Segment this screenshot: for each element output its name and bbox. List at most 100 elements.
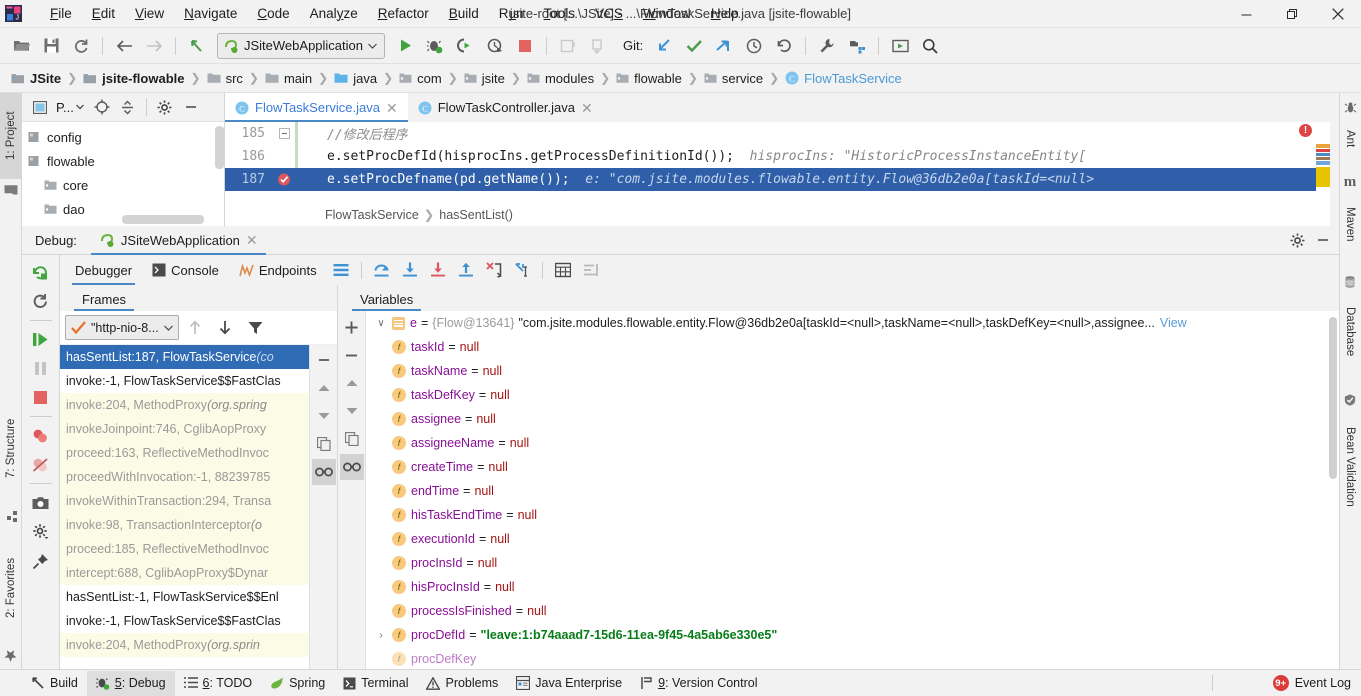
settings-icon[interactable]: [26, 518, 56, 545]
debug-session-tab[interactable]: JSiteWebApplication ✕: [90, 226, 266, 255]
menu-navigate[interactable]: Navigate: [174, 2, 247, 26]
status-item-todo[interactable]: 6: TODO: [175, 671, 262, 696]
breadcrumb-item-jsite-pkg[interactable]: jsite: [461, 71, 508, 86]
settings-wrench-icon[interactable]: [812, 32, 842, 60]
menu-window[interactable]: Window: [633, 2, 701, 26]
step-out-icon[interactable]: [453, 257, 479, 283]
status-item-problems[interactable]: Problems: [417, 671, 507, 696]
copy-icon[interactable]: [312, 431, 336, 457]
git-update-icon[interactable]: [649, 32, 679, 60]
code-fold-icon[interactable]: [273, 128, 295, 139]
tab-debugger[interactable]: Debugger: [66, 255, 141, 285]
frame-row[interactable]: proceed:163, ReflectiveMethodInvoc: [60, 441, 337, 465]
frame-row[interactable]: invoke:204, MethodProxy (org.spring: [60, 393, 337, 417]
close-button[interactable]: [1315, 0, 1361, 28]
caret-marker[interactable]: [1316, 167, 1330, 187]
remove-icon[interactable]: [340, 342, 364, 368]
status-item-java-enterprise[interactable]: Java Enterprise: [507, 671, 631, 696]
evaluate-expression-icon[interactable]: [550, 257, 576, 283]
frame-row[interactable]: proceedWithInvocation:-1, 88239785: [60, 465, 337, 489]
git-history-icon[interactable]: [739, 32, 769, 60]
frame-row[interactable]: invokeWithinTransaction:294, Transa: [60, 489, 337, 513]
info-marker[interactable]: [1316, 153, 1330, 156]
variables-list[interactable]: ∨ e = {Flow@13641} "com.jsite.modules.fl…: [366, 311, 1339, 671]
project-horizontal-scrollbar[interactable]: [122, 215, 204, 224]
variable-row[interactable]: f processIsFinished = null: [366, 599, 1339, 623]
force-step-into-icon[interactable]: [425, 257, 451, 283]
variable-row[interactable]: f taskName = null: [366, 359, 1339, 383]
project-structure-icon[interactable]: [842, 32, 872, 60]
breadcrumb-item-service[interactable]: service: [701, 71, 766, 86]
variable-row[interactable]: f assignee = null: [366, 407, 1339, 431]
tree-item-config[interactable]: config: [22, 125, 224, 149]
variable-row[interactable]: f createTime = null: [366, 455, 1339, 479]
code-editor[interactable]: 185 //修改后程序 186 e.setProcDefId(hisprocIn…: [225, 122, 1330, 226]
tab-console[interactable]: Console: [143, 255, 228, 285]
breadcrumb-item-java[interactable]: java: [331, 71, 380, 86]
variable-row[interactable]: f taskDefKey = null: [366, 383, 1339, 407]
status-item-build[interactable]: Build: [22, 671, 87, 696]
camera-icon[interactable]: [26, 489, 56, 516]
menu-file[interactable]: File: [40, 2, 82, 26]
close-icon[interactable]: ✕: [246, 233, 258, 247]
tree-item-core[interactable]: core: [22, 173, 224, 197]
variables-scrollbar[interactable]: [1329, 317, 1337, 479]
frame-row[interactable]: invoke:98, TransactionInterceptor (o: [60, 513, 337, 537]
jump-to-source-icon[interactable]: [182, 32, 212, 60]
restart-icon[interactable]: [26, 288, 56, 315]
search-everywhere-icon[interactable]: [915, 32, 945, 60]
right-tool-database[interactable]: Database: [1339, 293, 1361, 371]
editor-breadcrumb-class[interactable]: FlowTaskService: [325, 208, 419, 222]
code-line-187[interactable]: 187 e.setProcDefname(pd.getName()); e: "…: [225, 168, 1330, 191]
up-arrow-icon[interactable]: [340, 370, 364, 396]
code-line-185[interactable]: 185 //修改后程序: [225, 122, 1330, 145]
view-breakpoints-icon[interactable]: [26, 422, 56, 449]
expand-twisty-icon[interactable]: ›: [370, 630, 392, 641]
back-arrow-icon[interactable]: [109, 32, 139, 60]
variable-row[interactable]: f endTime = null: [366, 479, 1339, 503]
variable-row[interactable]: f executionId = null: [366, 527, 1339, 551]
step-over-icon[interactable]: [369, 257, 395, 283]
expand-twisty-icon[interactable]: ∨: [370, 318, 392, 329]
menu-build[interactable]: Build: [439, 2, 489, 26]
editor-marker-strip[interactable]: !: [1299, 122, 1330, 203]
status-item-terminal[interactable]: Terminal: [334, 671, 417, 696]
tree-item-flowable[interactable]: flowable: [22, 149, 224, 173]
menu-code[interactable]: Code: [247, 2, 299, 26]
git-commit-check-icon[interactable]: [679, 32, 709, 60]
variable-row[interactable]: f procDefKey: [366, 647, 1339, 671]
frame-row[interactable]: invokeJoinpoint:746, CglibAopProxy: [60, 417, 337, 441]
collapse-all-icon[interactable]: [116, 96, 140, 118]
rerun-icon[interactable]: [26, 259, 56, 286]
menu-vcs[interactable]: VCS: [585, 2, 633, 26]
resume-icon[interactable]: [26, 326, 56, 353]
right-tool-maven[interactable]: Maven: [1339, 193, 1361, 255]
copy-icon[interactable]: [340, 426, 364, 452]
frames-list[interactable]: hasSentList:187, FlowTaskService (co inv…: [60, 345, 337, 671]
menu-analyze[interactable]: Analyze: [300, 2, 368, 26]
scroll-from-source-icon[interactable]: [90, 96, 114, 118]
up-arrow-icon[interactable]: [312, 375, 336, 401]
attach-debugger-icon[interactable]: [450, 32, 480, 60]
error-marker[interactable]: [1316, 149, 1330, 152]
variable-row[interactable]: f procInsId = null: [366, 551, 1339, 575]
breadcrumb-item-main[interactable]: main: [262, 71, 315, 86]
down-arrow-icon[interactable]: [212, 315, 239, 341]
down-arrow-icon[interactable]: [340, 398, 364, 424]
mute-breakpoints-icon[interactable]: [26, 451, 56, 478]
breakpoint-icon[interactable]: [273, 172, 295, 187]
variable-row[interactable]: f assigneeName = null: [366, 431, 1339, 455]
git-push-icon[interactable]: [709, 32, 739, 60]
menu-refactor[interactable]: Refactor: [368, 2, 439, 26]
frame-row[interactable]: hasSentList:187, FlowTaskService (co: [60, 345, 337, 369]
event-log-area[interactable]: 9+ Event Log: [1272, 675, 1351, 691]
code-line-186[interactable]: 186 e.setProcDefId(hisprocIns.getProcess…: [225, 145, 1330, 168]
stop-button[interactable]: [510, 32, 540, 60]
run-anything-icon[interactable]: [885, 32, 915, 60]
thread-selector[interactable]: "http-nio-8...: [65, 315, 179, 340]
filter-icon[interactable]: [242, 315, 269, 341]
editor-tab-flowtaskcontroller[interactable]: C FlowTaskController.java ✕: [408, 93, 603, 122]
frame-row[interactable]: invoke:-1, FlowTaskService$$FastClas: [60, 609, 337, 633]
step-into-icon[interactable]: [397, 257, 423, 283]
variable-row-root[interactable]: ∨ e = {Flow@13641} "com.jsite.modules.fl…: [366, 311, 1339, 335]
